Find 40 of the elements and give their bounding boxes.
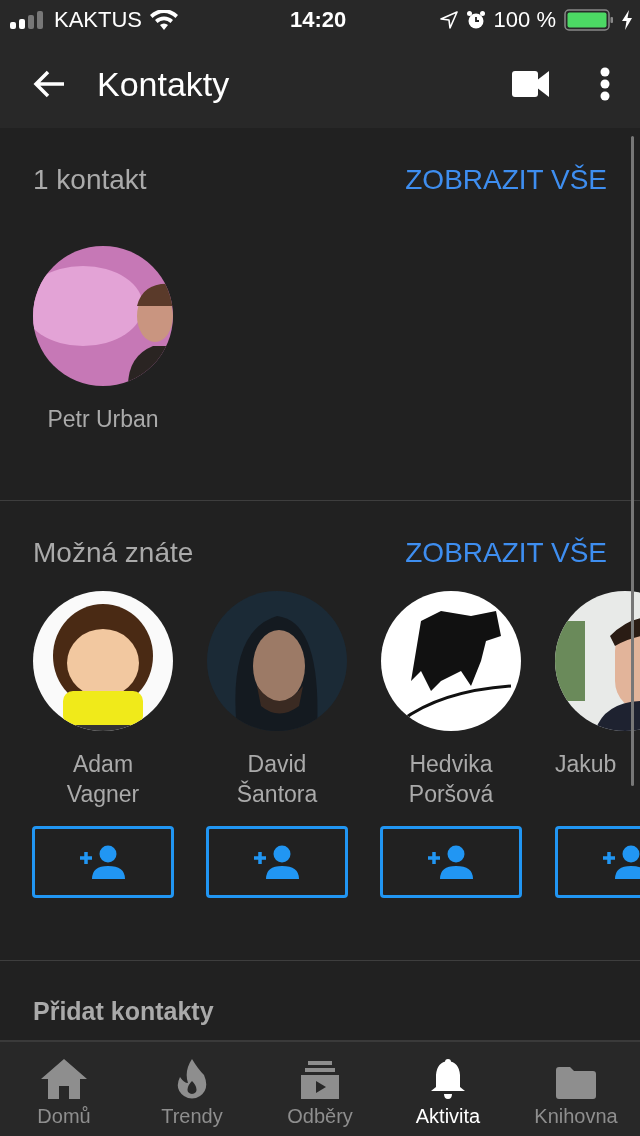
video-camera-icon[interactable] bbox=[512, 71, 550, 97]
bell-icon bbox=[431, 1059, 465, 1099]
add-person-icon bbox=[80, 845, 126, 879]
add-contact-button[interactable] bbox=[206, 826, 348, 898]
battery-icon bbox=[564, 9, 614, 31]
screen-title: Kontakty bbox=[97, 64, 231, 104]
flame-icon bbox=[176, 1059, 208, 1099]
more-options-icon[interactable] bbox=[600, 67, 610, 101]
signal-icon bbox=[10, 11, 46, 29]
home-icon bbox=[41, 1059, 87, 1099]
contact-name: Jakub bbox=[555, 750, 617, 779]
section-title: Přidat kontakty bbox=[33, 997, 214, 1025]
subscriptions-icon bbox=[301, 1061, 339, 1099]
add-contact-button[interactable] bbox=[32, 826, 174, 898]
battery-percent: 100 % bbox=[493, 7, 556, 33]
nav-tab[interactable]: Odběry bbox=[256, 1042, 384, 1136]
section-title: Možná znáte bbox=[33, 537, 194, 569]
back-arrow-icon[interactable] bbox=[32, 69, 66, 99]
add-contact-button[interactable] bbox=[380, 826, 522, 898]
location-icon bbox=[439, 11, 458, 29]
contact-name: David Šantora bbox=[235, 750, 319, 809]
add-person-icon bbox=[428, 845, 474, 879]
folder-icon bbox=[556, 1067, 596, 1099]
nav-tab[interactable]: Trendy bbox=[128, 1042, 256, 1136]
add-person-icon bbox=[254, 845, 300, 879]
status-time: 14:20 bbox=[290, 7, 347, 33]
contact-name: Hedvika Poršová bbox=[407, 750, 495, 809]
contact-name: Adam Vagner bbox=[65, 750, 141, 809]
show-all-link[interactable]: ZOBRAZIT VŠE bbox=[405, 164, 607, 196]
wifi-icon bbox=[150, 10, 179, 30]
contact-name: Petr Urban bbox=[47, 405, 159, 434]
nav-tab[interactable]: Domů bbox=[0, 1042, 128, 1136]
alarm-icon bbox=[465, 10, 486, 30]
carrier-name: KAKTUS bbox=[54, 7, 143, 33]
add-person-icon bbox=[603, 845, 640, 879]
section-title: 1 kontakt bbox=[33, 164, 147, 196]
show-all-link[interactable]: ZOBRAZIT VŠE bbox=[405, 537, 607, 569]
nav-tab[interactable]: Knihovna bbox=[512, 1042, 640, 1136]
charging-icon bbox=[622, 10, 632, 30]
nav-tab[interactable]: Aktivita bbox=[384, 1042, 512, 1136]
